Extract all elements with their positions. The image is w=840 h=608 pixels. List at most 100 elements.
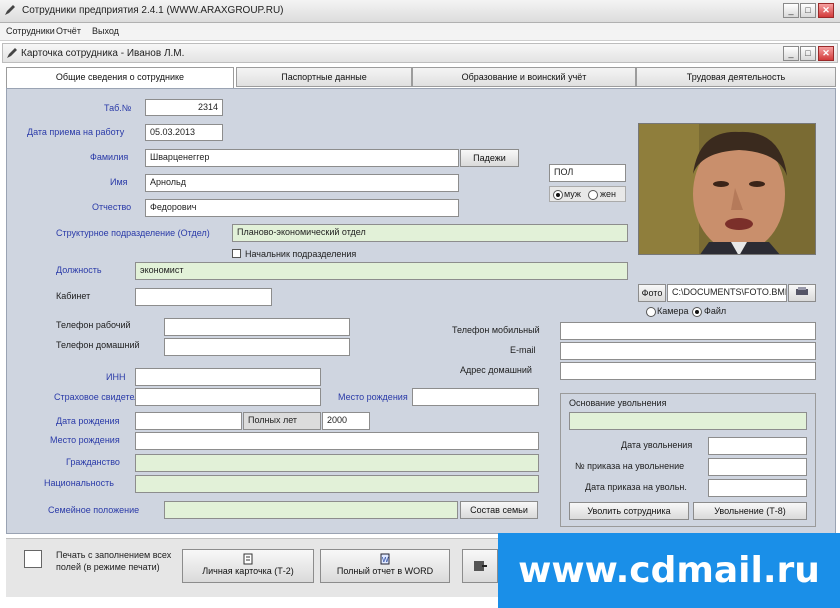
svg-text:W: W [382, 557, 389, 564]
portrait-image [639, 124, 815, 254]
dismissal-order-label: № приказа на увольнение [575, 461, 685, 471]
work-phone-field[interactable] [164, 318, 350, 336]
tab-number-label: Таб.№ [104, 103, 132, 113]
dismiss-employee-button[interactable]: Уволить сотрудника [569, 502, 689, 520]
birth-date-field[interactable] [135, 412, 242, 430]
photo-camera-label: Камера [657, 306, 689, 316]
dismissal-print-button[interactable]: Увольнение (Т-8) [693, 502, 807, 520]
patronymic-label: Отчество [92, 202, 132, 212]
citizenship-field[interactable] [135, 454, 539, 472]
surname-label: Фамилия [90, 152, 129, 162]
mobile-phone-field[interactable] [560, 322, 816, 340]
menu-employees[interactable]: Сотрудники [6, 26, 55, 36]
birth-place2-field[interactable] [135, 432, 539, 450]
gender-male-label: муж [564, 189, 581, 199]
inn-label: ИНН [106, 372, 126, 382]
birth-place2-label: Место рождения [50, 435, 120, 445]
print-all-fields-checkbox[interactable] [24, 550, 42, 568]
tab-general[interactable]: Общие сведения о сотруднике [6, 67, 234, 89]
gender-field[interactable]: ПОЛ [549, 164, 626, 182]
position-field[interactable]: экономист [135, 262, 628, 280]
name-field[interactable]: Арнольд [145, 174, 459, 192]
word-icon: W [380, 553, 390, 565]
app-title: Сотрудники предприятия 2.4.1 (WWW.ARAXGR… [22, 5, 284, 16]
birth-place-label: Место рождения [338, 392, 408, 402]
pension-field[interactable] [135, 388, 321, 406]
declension-button[interactable]: Падежи [460, 149, 519, 167]
home-address-field[interactable] [560, 362, 816, 380]
dismissal-group-label: Основание увольнения [569, 398, 667, 408]
surname-field[interactable]: Шварценеггер [145, 149, 459, 167]
dept-head-label: Начальник подразделения [245, 249, 357, 259]
home-address-label: Адрес домашний [460, 365, 532, 375]
scanner-icon [796, 287, 808, 295]
inn-field[interactable] [135, 368, 321, 386]
photo-path-field[interactable]: C:\DOCUMENTS\FOTO.BMP [667, 284, 787, 302]
position-label: Должность [56, 265, 102, 275]
child-maximize-button[interactable]: □ [800, 46, 816, 61]
watermark-banner: www.cdmail.ru [498, 533, 840, 608]
tab-strip: Общие сведения о сотруднике Паспортные д… [6, 67, 836, 89]
dismissal-date-label: Дата увольнения [621, 440, 693, 450]
dismissal-group: Основание увольнения Дата увольнения № п… [560, 393, 816, 527]
minimize-button[interactable]: _ [783, 3, 799, 18]
office-field[interactable] [135, 288, 272, 306]
photo-source-group: Камера Файл [646, 304, 806, 318]
document-icon [243, 553, 253, 565]
family-button[interactable]: Состав семьи [460, 501, 538, 519]
office-label: Кабинет [56, 291, 91, 301]
family-label: Семейное положение [48, 505, 140, 515]
nationality-field[interactable] [135, 475, 539, 493]
department-field[interactable]: Планово-экономический отдел [232, 224, 628, 242]
gender-female-radio[interactable] [588, 190, 598, 200]
print-t2-button[interactable]: Личная карточка (Т-2) [182, 549, 314, 583]
menu-report[interactable]: Отчёт [56, 26, 81, 36]
photo-file-radio[interactable] [692, 307, 702, 317]
child-close-button[interactable]: ✕ [818, 46, 834, 61]
home-phone-field[interactable] [164, 338, 350, 356]
mobile-phone-label: Телефон мобильный [452, 325, 540, 335]
citizenship-label: Гражданство [66, 457, 120, 467]
tab-work-history[interactable]: Трудовая деятельность [636, 67, 836, 87]
patronymic-field[interactable]: Федорович [145, 199, 459, 217]
dept-head-checkbox[interactable] [232, 249, 241, 258]
child-minimize-button[interactable]: _ [783, 46, 799, 61]
dismissal-date-field[interactable] [708, 437, 807, 455]
hire-date-label: Дата приема на работу [27, 127, 125, 137]
photo-file-label: Файл [704, 306, 727, 316]
tab-number-field[interactable]: 2314 [145, 99, 223, 116]
app-titlebar: Сотрудники предприятия 2.4.1 (WWW.ARAXGR… [0, 0, 840, 23]
family-field[interactable] [164, 501, 458, 519]
menubar: Сотрудники Отчёт Выход [0, 23, 840, 41]
print-all-fields-label-2: полей (в режиме печати) [56, 562, 160, 572]
exit-icon [474, 561, 487, 571]
dismissal-order-field[interactable] [708, 458, 807, 476]
birth-place-field[interactable] [412, 388, 539, 406]
email-field[interactable] [560, 342, 816, 360]
full-years-field[interactable]: 2000 [322, 412, 370, 430]
exit-door-button[interactable] [462, 549, 498, 583]
print-word-button[interactable]: W Полный отчет в WORD [320, 549, 450, 583]
hire-date-field[interactable]: 05.03.2013 [145, 124, 223, 141]
maximize-button[interactable]: □ [800, 3, 816, 18]
gender-male-radio[interactable] [553, 190, 563, 200]
print-all-fields-label-1: Печать с заполнением всех [56, 550, 172, 560]
print-t2-label: Личная карточка (Т-2) [202, 566, 294, 576]
photo-button[interactable]: Фото [638, 284, 666, 302]
tab-education[interactable]: Образование и воинский учёт [412, 67, 636, 87]
scanner-button[interactable] [788, 284, 816, 302]
department-label: Структурное подразделение (Отдел) [56, 228, 210, 238]
child-window-title: Карточка сотрудника - Иванов Л.М. [21, 48, 185, 59]
dismissal-order-date-label: Дата приказа на увольн. [585, 482, 687, 492]
dismissal-order-date-field[interactable] [708, 479, 807, 497]
gender-female-label: жен [600, 189, 616, 199]
app-pen-icon [5, 5, 15, 15]
photo-camera-radio[interactable] [646, 307, 656, 317]
menu-exit[interactable]: Выход [92, 26, 119, 36]
email-label: E-mail [510, 345, 536, 355]
close-button[interactable]: ✕ [818, 3, 834, 18]
tab-passport[interactable]: Паспортные данные [236, 67, 412, 87]
dismissal-reason-field[interactable] [569, 412, 807, 430]
print-word-label: Полный отчет в WORD [336, 566, 434, 576]
full-years-label: Полных лет [243, 412, 321, 430]
